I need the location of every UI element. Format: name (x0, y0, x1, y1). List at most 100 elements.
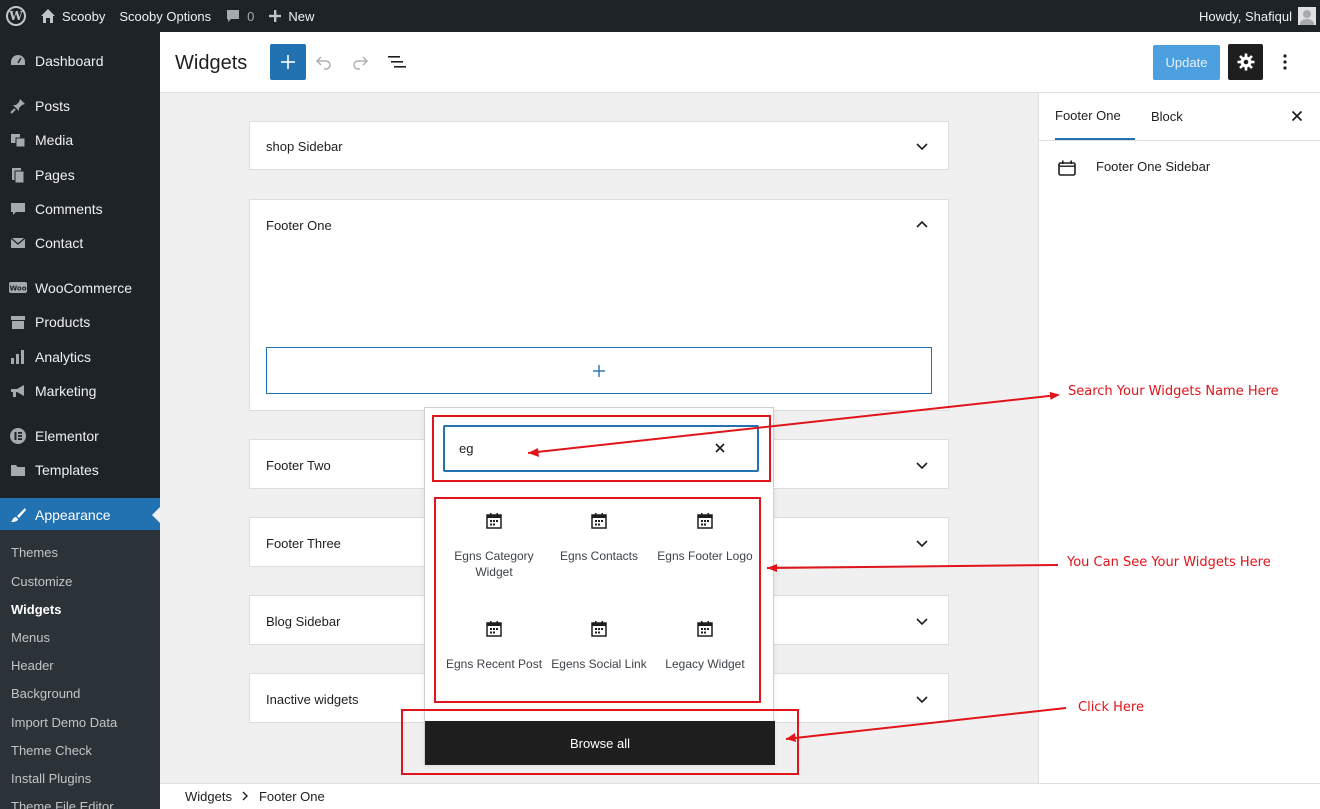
submenu-header[interactable]: Header (11, 658, 54, 673)
tab-block[interactable]: Block (1151, 93, 1183, 140)
submenu-background[interactable]: Background (11, 686, 80, 701)
widget-area-title: shop Sidebar (266, 139, 343, 154)
block-search-box[interactable] (443, 425, 759, 472)
more-vertical-icon (1283, 54, 1287, 70)
close-sidebar-button[interactable] (1288, 107, 1306, 125)
block-inserter-button[interactable] (270, 44, 306, 80)
submenu-customize[interactable]: Customize (11, 574, 72, 589)
brush-icon (8, 505, 28, 525)
sidebar-item-contact[interactable]: Contact (0, 226, 160, 260)
wp-logo-menu[interactable]: W (0, 0, 33, 32)
chevron-down-icon[interactable] (914, 458, 930, 474)
submenu-widgets[interactable]: Widgets (11, 602, 61, 617)
tab-footer-one[interactable]: Footer One (1055, 93, 1135, 140)
calendar-icon (655, 620, 755, 642)
block-search-input[interactable] (459, 441, 699, 456)
annotation-click-note: Click Here (1078, 700, 1144, 715)
new-content-link[interactable]: New (261, 0, 321, 32)
clear-search-button[interactable] (711, 439, 729, 457)
annotation-search-note: Search Your Widgets Name Here (1068, 384, 1279, 399)
undo-icon (315, 56, 331, 70)
sidebar-item-pages[interactable]: Pages (0, 158, 160, 192)
widget-area-shop-sidebar[interactable]: shop Sidebar (249, 121, 949, 170)
update-label: Update (1165, 55, 1208, 70)
block-item-egns-category-widget[interactable]: Egns Category Widget (444, 512, 544, 580)
block-item-legacy-widget[interactable]: Legacy Widget (655, 620, 755, 672)
submenu-themes[interactable]: Themes (11, 545, 58, 560)
sidebar-item-marketing[interactable]: Marketing (0, 374, 160, 408)
block-item-label: Egns Recent Post (445, 657, 543, 671)
list-view-icon (388, 56, 406, 68)
sidebar-item-dashboard[interactable]: Dashboard (0, 44, 160, 78)
sidebar-item-label: Contact (35, 235, 84, 251)
sidebar-item-label: Elementor (35, 428, 99, 444)
sidebar-item-label: Marketing (35, 383, 97, 399)
block-item-label: Egens Social Link (551, 657, 647, 671)
sidebar-item-comments[interactable]: Comments (0, 192, 160, 226)
svg-text:Woo: Woo (9, 285, 26, 293)
breadcrumb-item-footer-one[interactable]: Footer One (259, 789, 325, 804)
archive-icon (8, 312, 28, 332)
submenu-install-plugins[interactable]: Install Plugins (11, 771, 91, 786)
sidebar-item-posts[interactable]: Posts (0, 89, 160, 123)
chevron-down-icon[interactable] (914, 139, 930, 155)
sidebar-item-templates[interactable]: Templates (0, 453, 160, 487)
sidebar-item-label: Products (35, 314, 91, 330)
block-item-egns-contacts[interactable]: Egns Contacts (549, 512, 649, 564)
pages-icon (8, 165, 28, 185)
submenu-import-demo-data[interactable]: Import Demo Data (11, 715, 117, 730)
sidebar-item-analytics[interactable]: Analytics (0, 340, 160, 374)
my-account-menu[interactable]: Howdy, Shafiqul (1192, 0, 1320, 32)
new-label: New (288, 8, 315, 24)
wordpress-logo-icon: W (6, 6, 26, 26)
browse-all-button[interactable]: Browse all (425, 721, 775, 765)
chevron-down-icon[interactable] (914, 614, 930, 630)
submenu-theme-file-editor[interactable]: Theme File Editor (11, 799, 114, 809)
greeting: Howdy, Shafiqul (1199, 8, 1292, 24)
widget-area-footer-one[interactable]: Footer One (249, 199, 949, 411)
folder-icon (8, 460, 28, 480)
tab-label: Block (1151, 109, 1183, 124)
update-button[interactable]: Update (1153, 45, 1220, 80)
sidebar-item-label: Appearance (35, 507, 111, 523)
chevron-right-icon (242, 790, 249, 804)
block-item-egns-footer-logo[interactable]: Egns Footer Logo (655, 512, 755, 564)
block-appender-button[interactable] (266, 347, 932, 394)
divider (1039, 140, 1320, 141)
media-icon (8, 130, 28, 150)
chevron-down-icon[interactable] (914, 692, 930, 708)
block-item-egens-social-link[interactable]: Egens Social Link (549, 620, 649, 672)
avatar (1298, 7, 1316, 25)
sidebar-item-elementor[interactable]: Elementor (0, 419, 160, 453)
settings-button[interactable] (1228, 44, 1263, 80)
comments-link[interactable]: 0 (218, 0, 261, 32)
woo-icon: Woo (8, 278, 28, 298)
list-view-button[interactable] (382, 44, 412, 80)
plus-icon (593, 364, 605, 377)
submenu-theme-check[interactable]: Theme Check (11, 743, 92, 758)
breadcrumb-item-widgets[interactable]: Widgets (185, 789, 232, 804)
sidebar-item-media[interactable]: Media (0, 123, 160, 157)
chart-icon (8, 347, 28, 367)
block-item-egns-recent-post[interactable]: Egns Recent Post (444, 620, 544, 672)
widget-area-title: Footer One (266, 218, 332, 233)
sidebar-item-products[interactable]: Products (0, 305, 160, 339)
sidebar-item-woocommerce[interactable]: Woo WooCommerce (0, 271, 160, 305)
more-options-button[interactable] (1270, 44, 1300, 80)
sidebar-item-label: Media (35, 132, 74, 148)
calendar-icon (444, 620, 544, 642)
site-name-link[interactable]: Scooby (33, 0, 112, 32)
widget-area-title: Inactive widgets (266, 692, 359, 707)
undo-button[interactable] (310, 44, 338, 80)
calendar-icon (549, 512, 649, 534)
admin-sidebar: Dashboard Posts Media Pages Comments Con… (0, 32, 160, 809)
theme-options-link[interactable]: Scooby Options (112, 0, 218, 32)
redo-button[interactable] (346, 44, 374, 80)
widget-area-title: Footer Three (266, 536, 341, 551)
chevron-down-icon[interactable] (914, 536, 930, 552)
sidebar-item-appearance[interactable]: Appearance (0, 498, 160, 532)
submenu-menus[interactable]: Menus (11, 630, 50, 645)
chevron-up-icon[interactable] (914, 216, 930, 232)
sidebar-item-label: WooCommerce (35, 280, 132, 296)
sidebar-item-label: Templates (35, 462, 99, 478)
